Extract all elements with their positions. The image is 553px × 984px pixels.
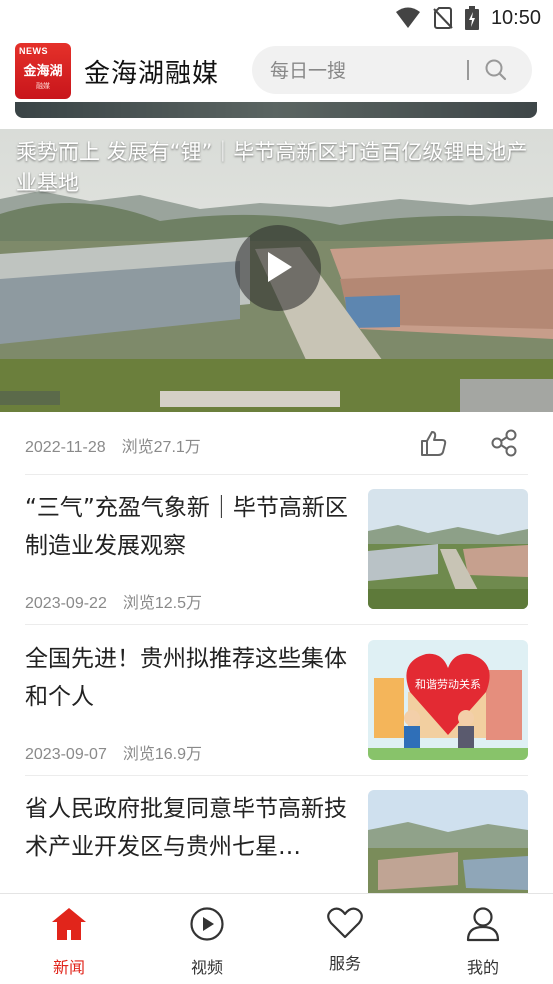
play-circle-icon: [190, 907, 224, 941]
tab-services[interactable]: 服务: [276, 894, 414, 984]
news-title: 全国先进！贵州拟推荐这些集体和个人: [25, 646, 347, 710]
featured-title: 乘势而上 发展有“锂”｜毕节高新区打造百亿级锂电池产业基地: [16, 140, 528, 195]
heart-icon: [327, 907, 363, 939]
app-title: 金海湖融媒: [84, 59, 220, 89]
news-title: “三气”充盈气象新｜毕节高新区制造业发展观察: [25, 495, 348, 559]
featured-views: 浏览27.1万: [121, 439, 201, 456]
news-meta: 2023-09-07 浏览16.9万: [25, 740, 202, 764]
tab-news[interactable]: 新闻: [0, 894, 138, 984]
logo-news-text: NEWS: [19, 46, 48, 56]
thumbnail-heart-text: 和谐劳动关系: [415, 677, 481, 691]
news-thumbnail: [368, 790, 528, 910]
tab-label: 我的: [466, 958, 499, 977]
logo-sub-text: 融媒: [36, 82, 50, 90]
news-date: 2023-09-22: [25, 595, 107, 612]
tab-label: 服务: [328, 954, 361, 973]
status-bar: 10:50: [0, 0, 553, 38]
news-item[interactable]: 全国先进！贵州拟推荐这些集体和个人 2023-09-07 浏览16.9万 和谐劳动…: [0, 640, 553, 790]
divider: [25, 624, 528, 625]
logo-main-text: 金海湖: [23, 64, 63, 79]
previous-card-image[interactable]: [15, 102, 537, 118]
play-button[interactable]: [235, 225, 321, 311]
divider: [25, 775, 528, 776]
user-icon: [466, 907, 500, 942]
search-icon[interactable]: [484, 58, 508, 82]
status-time: 10:50: [490, 6, 541, 29]
news-thumbnail: [368, 489, 528, 609]
featured-meta: 2022-11-28 浏览27.1万: [25, 433, 201, 457]
battery-icon: [464, 6, 479, 30]
news-views: 浏览12.5万: [122, 595, 202, 612]
share-icon[interactable]: [490, 428, 520, 458]
search-divider: [467, 60, 469, 80]
bottom-tab-bar: 新闻 视频 服务 我的: [0, 893, 553, 984]
tab-profile[interactable]: 我的: [414, 894, 552, 984]
news-title: 省人民政府批复同意毕节高新技术产业开发区与贵州七星…: [25, 796, 347, 860]
featured-date: 2022-11-28: [25, 439, 106, 456]
app-header: NEWS 金海湖 融媒 金海湖融媒: [0, 38, 553, 102]
divider: [25, 474, 528, 475]
featured-video[interactable]: 乘势而上 发展有“锂”｜毕节高新区打造百亿级锂电池产业基地: [0, 129, 553, 412]
news-item[interactable]: “三气”充盈气象新｜毕节高新区制造业发展观察 2023-09-22 浏览12.5万: [0, 489, 553, 639]
news-date: 2023-09-07: [25, 746, 107, 763]
search-input[interactable]: [268, 58, 452, 84]
tab-video[interactable]: 视频: [138, 894, 276, 984]
news-views: 浏览16.9万: [122, 746, 202, 763]
tab-label: 视频: [190, 958, 223, 977]
news-meta: 2023-09-22 浏览12.5万: [25, 589, 202, 613]
news-thumbnail: 和谐劳动关系: [368, 640, 528, 760]
like-icon[interactable]: [418, 428, 448, 458]
no-sim-icon: [433, 7, 453, 29]
search-box[interactable]: [252, 46, 532, 94]
home-icon: [52, 908, 86, 940]
wifi-icon: [395, 7, 420, 28]
app-logo[interactable]: NEWS 金海湖 融媒: [15, 43, 71, 99]
tab-label: 新闻: [52, 958, 85, 977]
